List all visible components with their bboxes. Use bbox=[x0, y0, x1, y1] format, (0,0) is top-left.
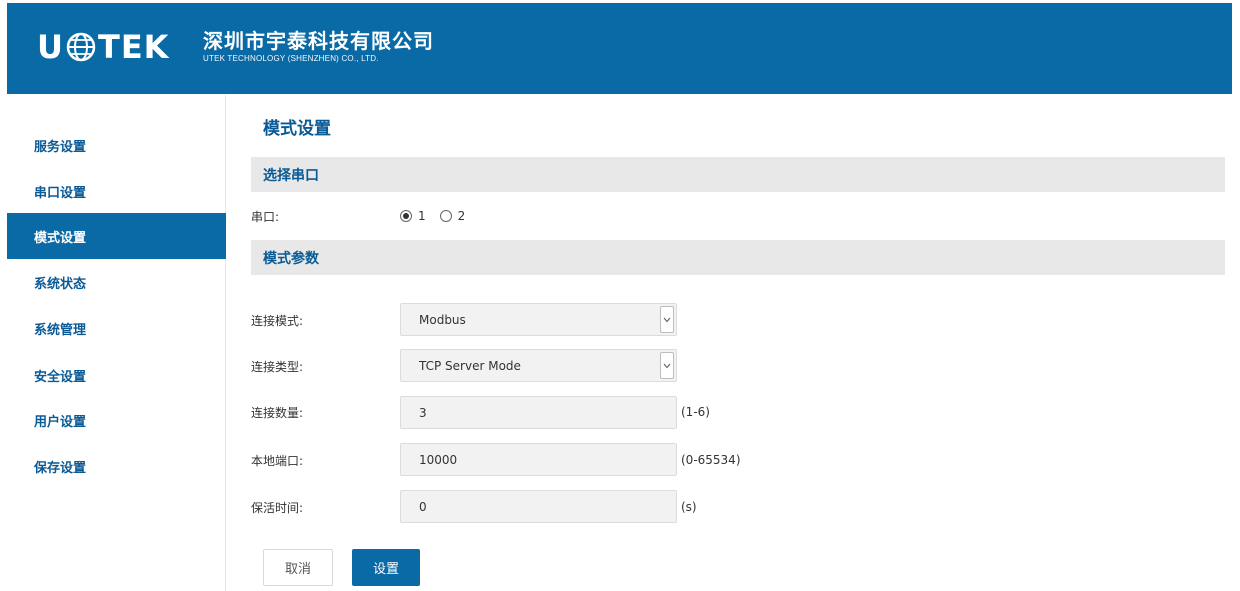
connection-type-select[interactable]: TCP Server Mode bbox=[400, 349, 677, 382]
connection-type-value: TCP Server Mode bbox=[419, 358, 521, 373]
sidebar-item-user-settings[interactable]: 用户设置 bbox=[7, 397, 226, 443]
serial-radio-1[interactable] bbox=[400, 210, 412, 222]
sidebar-item-serial-settings[interactable]: 串口设置 bbox=[7, 168, 226, 214]
serial-radio-1-label: 1 bbox=[418, 209, 426, 223]
sidebar-item-save-settings[interactable]: 保存设置 bbox=[7, 443, 226, 489]
sidebar-item-mode-settings[interactable]: 模式设置 bbox=[7, 213, 226, 259]
connection-count-input[interactable]: 3 bbox=[400, 396, 677, 429]
globe-icon bbox=[66, 32, 96, 62]
serial-label: 串口: bbox=[251, 209, 280, 224]
serial-radio-group: 1 2 bbox=[400, 206, 479, 226]
sidebar-item-system-status[interactable]: 系统状态 bbox=[7, 259, 226, 305]
section-mode-params: 模式参数 bbox=[251, 240, 1225, 275]
sidebar-nav: 服务设置 串口设置 模式设置 系统状态 系统管理 安全设置 用户设置 保存设置 bbox=[7, 95, 226, 591]
section-select-serial: 选择串口 bbox=[251, 157, 1225, 192]
keepalive-hint: (s) bbox=[681, 500, 697, 514]
sidebar-item-system-management[interactable]: 系统管理 bbox=[7, 305, 226, 351]
company-name: 深圳市宇泰科技有限公司 UTEK TECHNOLOGY (SHENZHEN) C… bbox=[203, 29, 434, 65]
connection-mode-label: 连接模式: bbox=[251, 313, 304, 328]
logo-letter-u: U bbox=[37, 28, 64, 66]
connection-type-label: 连接类型: bbox=[251, 359, 304, 374]
serial-radio-2-label: 2 bbox=[457, 209, 466, 223]
connection-count-label: 连接数量: bbox=[251, 405, 304, 420]
company-name-cn: 深圳市宇泰科技有限公司 bbox=[203, 29, 434, 53]
local-port-label: 本地端口: bbox=[251, 453, 304, 468]
sidebar-item-security-settings[interactable]: 安全设置 bbox=[7, 352, 226, 398]
company-name-en: UTEK TECHNOLOGY (SHENZHEN) CO., LTD. bbox=[203, 54, 379, 63]
sidebar-item-service-settings[interactable]: 服务设置 bbox=[7, 122, 226, 168]
logo-letters-tek: TEK bbox=[97, 28, 170, 66]
utek-logo: U TEK bbox=[37, 27, 169, 67]
serial-radio-2[interactable] bbox=[439, 210, 452, 222]
connection-mode-value: Modbus bbox=[419, 312, 466, 327]
connection-mode-select[interactable]: Modbus bbox=[400, 303, 677, 336]
keepalive-label: 保活时间: bbox=[251, 500, 304, 515]
cancel-button[interactable]: 取消 bbox=[263, 549, 333, 586]
local-port-hint: (0-65534) bbox=[681, 453, 741, 467]
top-header: U TEK 深圳市宇泰科技有限公司 UTEK TECHNOLOGY (SHENZ… bbox=[7, 3, 1232, 94]
keepalive-input[interactable]: 0 bbox=[400, 490, 677, 523]
set-button[interactable]: 设置 bbox=[352, 549, 420, 586]
chevron-down-icon[interactable] bbox=[660, 306, 674, 333]
local-port-input[interactable]: 10000 bbox=[400, 443, 677, 476]
chevron-down-icon[interactable] bbox=[660, 352, 674, 379]
page-title: 模式设置 bbox=[263, 119, 331, 139]
connection-count-hint: (1-6) bbox=[681, 405, 710, 419]
